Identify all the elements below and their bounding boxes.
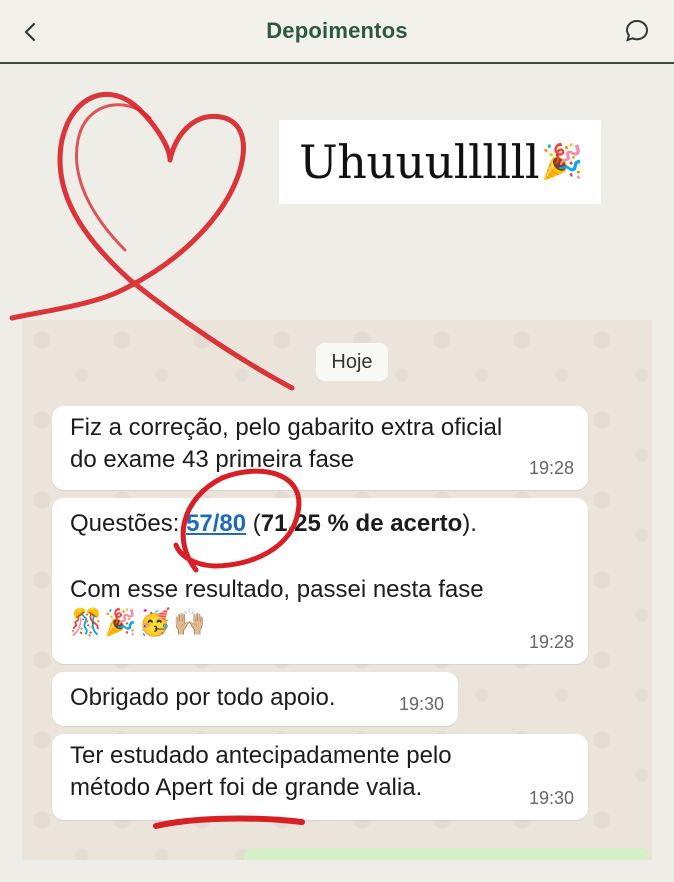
message-bubble: Ter estudado antecipadamente pelo método… bbox=[52, 734, 588, 820]
comment-button[interactable] bbox=[620, 14, 654, 48]
message-text: Com esse resultado, passei nesta fase bbox=[70, 576, 484, 603]
outgoing-bubble-edge bbox=[244, 848, 648, 860]
message-text: ). bbox=[462, 510, 477, 537]
message-bubble: Fiz a correção, pelo gabarito extra ofic… bbox=[52, 406, 588, 490]
message-time: 19:28 bbox=[528, 632, 574, 652]
chat-screenshot: Hoje Fiz a correção, pelo gabarito extra… bbox=[22, 320, 652, 860]
celebration-emojis-icon: 🎊🎉🥳🙌🏼 bbox=[70, 607, 208, 637]
percent-text: 71,25 % de acerto bbox=[260, 510, 463, 537]
speech-bubble-icon bbox=[625, 19, 649, 42]
headline-box: Uhuuullllll 🎉 bbox=[279, 120, 601, 204]
party-popper-icon: 🎉 bbox=[541, 143, 584, 181]
message-text: ( bbox=[246, 510, 261, 537]
message-time: 19:30 bbox=[398, 694, 444, 714]
score-link[interactable]: 57/80 bbox=[186, 510, 246, 537]
app-header: Depoimentos bbox=[0, 0, 674, 64]
message-text: método Apert foi de grande valia. bbox=[70, 774, 423, 801]
message-text: Fiz a correção, pelo gabarito extra ofic… bbox=[70, 414, 503, 441]
message-time: 19:30 bbox=[528, 788, 574, 808]
message-bubble: Obrigado por todo apoio. 19:30 bbox=[52, 672, 458, 726]
message-bubble: Questões: 57/80 (71,25 % de acerto). Com… bbox=[52, 498, 588, 664]
message-text: Questões: bbox=[70, 510, 187, 537]
headline-text: Uhuuullllll bbox=[299, 135, 540, 189]
page-title: Depoimentos bbox=[266, 18, 408, 43]
message-text: Ter estudado antecipadamente pelo bbox=[70, 742, 452, 769]
message-time: 19:28 bbox=[528, 458, 574, 478]
message-text: do exame 43 primeira fase bbox=[70, 446, 355, 473]
message-text: Obrigado por todo apoio. bbox=[70, 684, 336, 711]
date-label: Hoje bbox=[316, 343, 388, 381]
